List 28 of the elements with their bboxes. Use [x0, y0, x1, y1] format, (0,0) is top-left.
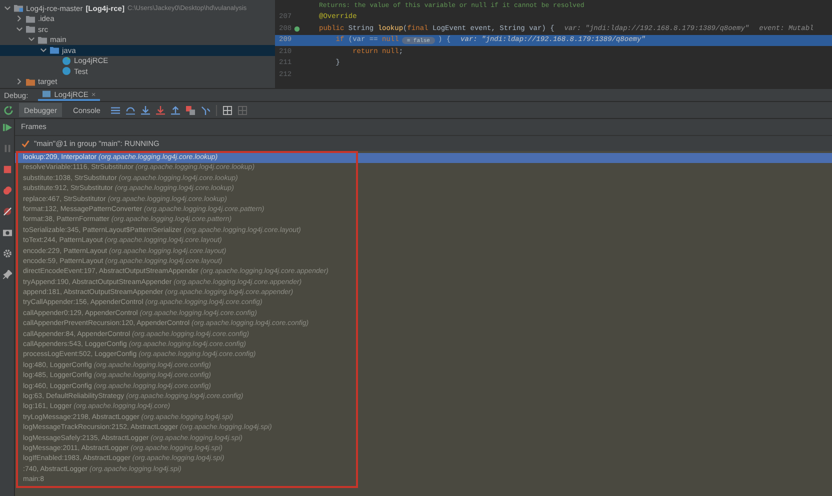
step-out-icon[interactable]: [171, 106, 180, 114]
pin-icon[interactable]: [2, 270, 12, 279]
force-step-into-icon[interactable]: [156, 106, 166, 114]
step-into-icon[interactable]: [141, 106, 150, 114]
chevron-down-icon[interactable]: [28, 36, 35, 44]
list-icon[interactable]: [111, 106, 120, 114]
window-icon: [42, 90, 52, 98]
resume-icon[interactable]: [2, 123, 12, 132]
runnable-class-icon: [62, 56, 71, 65]
chevron-down-icon[interactable]: [4, 4, 11, 12]
table-icon[interactable]: [223, 106, 232, 114]
drop-frame-icon[interactable]: [186, 106, 196, 114]
chevron-right-icon[interactable]: [16, 78, 23, 86]
rerun-icon[interactable]: [4, 106, 13, 114]
mute-breakpoints-icon[interactable]: [2, 207, 12, 216]
breakpoint-icon[interactable]: [294, 26, 300, 32]
folder-icon: [26, 78, 35, 86]
chevron-down-icon[interactable]: [16, 26, 23, 33]
settings-icon[interactable]: [2, 249, 12, 258]
step-over-icon[interactable]: [126, 106, 136, 114]
module-folder-icon: [14, 4, 23, 12]
breakpoints-icon[interactable]: [2, 186, 12, 195]
stop-icon[interactable]: [2, 165, 12, 174]
camera-icon[interactable]: [2, 228, 12, 237]
chevron-down-icon[interactable]: [40, 46, 47, 54]
check-icon: [21, 140, 30, 148]
chevron-right-icon[interactable]: [16, 15, 23, 22]
class-icon: [62, 67, 71, 76]
